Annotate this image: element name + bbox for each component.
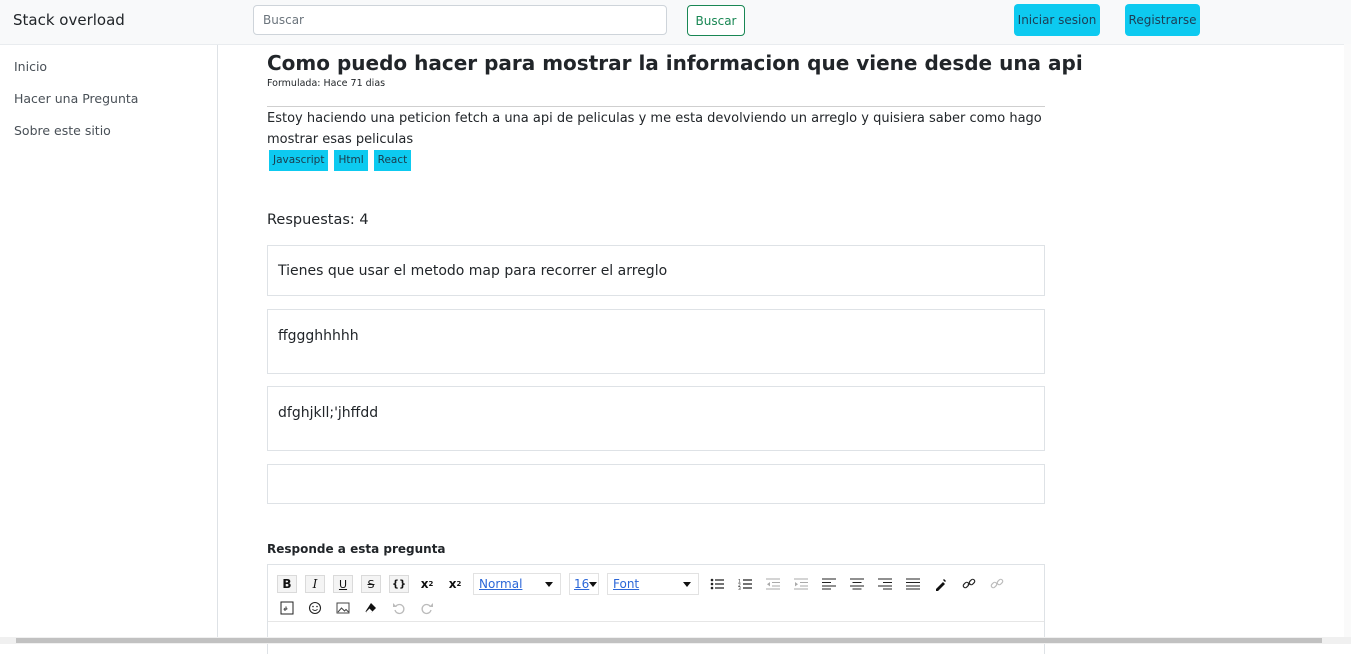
sidebar-item-inicio[interactable]: Inicio [14,59,47,74]
outdent-icon[interactable] [763,575,783,593]
embed-icon[interactable]: # [277,599,297,617]
unordered-list-icon[interactable] [707,575,727,593]
align-right-icon[interactable] [875,575,895,593]
answer-text: ffggghhhhh [278,328,359,344]
underline-icon[interactable]: U [333,575,353,593]
horizontal-scrollbar[interactable] [0,637,1351,644]
superscript-icon[interactable]: x2 [417,575,437,593]
unlink-icon[interactable] [987,575,1007,593]
strikethrough-icon[interactable]: S [361,575,381,593]
tag-list: Javascript Html React [269,150,412,171]
svg-text:#: # [283,606,288,613]
answer-text: Tienes que usar el metodo map para recor… [278,263,668,279]
tag-react[interactable]: React [373,150,412,171]
undo-icon[interactable] [389,599,409,617]
sidebar: Inicio Hacer una Pregunta Sobre este sit… [0,45,218,644]
reply-label: Responde a esta pregunta [267,542,446,556]
chevron-down-icon [683,581,691,587]
tag-html[interactable]: Html [334,150,368,171]
chevron-down-icon [545,581,553,587]
answer-text: dfghjkll;'jhffdd [278,405,379,421]
image-icon[interactable] [333,599,353,617]
sidebar-item-ask-question[interactable]: Hacer una Pregunta [14,91,138,106]
divider [267,106,1045,107]
register-button[interactable]: Registrarse [1125,4,1200,36]
search-input[interactable] [253,5,667,35]
format-select[interactable]: Normal [473,573,561,595]
subscript-icon[interactable]: x2 [445,575,465,593]
align-center-icon[interactable] [847,575,867,593]
question-title: Como puedo hacer para mostrar la informa… [267,51,1083,75]
chevron-down-icon [589,581,598,587]
format-select-value: Normal [479,577,523,591]
font-select[interactable]: Font [607,573,699,595]
eraser-icon[interactable] [361,599,381,617]
emoji-icon[interactable] [305,599,325,617]
sidebar-item-about[interactable]: Sobre este sitio [14,123,111,138]
search-button[interactable]: Buscar [687,5,745,36]
bold-icon[interactable]: B [277,575,297,593]
editor-toolbar-row-1: B I U S {} x2 x2 Normal 16 Font 1 2 3 [277,573,1015,595]
question-body: Estoy haciendo una peticion fetch a una … [267,111,1042,147]
answer-item: ffggghhhhh [267,309,1045,374]
font-select-value: Font [613,577,640,591]
question-meta: Formulada: Hace 71 dias [267,78,386,89]
size-select[interactable]: 16 [569,573,599,595]
brand-logo[interactable]: Stack overload [13,11,125,29]
answer-item [267,464,1045,504]
login-button[interactable]: Iniciar sesion [1014,4,1100,36]
italic-icon[interactable]: I [305,575,325,593]
indent-icon[interactable] [791,575,811,593]
code-icon[interactable]: {} [389,575,409,593]
align-left-icon[interactable] [819,575,839,593]
editor-toolbar-row-2: # [277,599,445,617]
align-justify-icon[interactable] [903,575,923,593]
vertical-scrollbar[interactable] [1344,44,1351,637]
answer-item: dfghjkll;'jhffdd [267,386,1045,451]
top-navbar: Stack overload Buscar Iniciar sesion Reg… [0,0,1351,45]
scrollbar-thumb[interactable] [16,638,1322,643]
svg-text:3: 3 [738,586,741,590]
answer-item: Tienes que usar el metodo map para recor… [267,245,1045,296]
color-picker-icon[interactable] [931,575,951,593]
link-icon[interactable] [959,575,979,593]
tag-javascript[interactable]: Javascript [269,150,329,171]
size-select-value: 16 [574,577,590,591]
ordered-list-icon[interactable]: 123 [735,575,755,593]
answers-count: Respuestas: 4 [267,212,369,228]
redo-icon[interactable] [417,599,437,617]
